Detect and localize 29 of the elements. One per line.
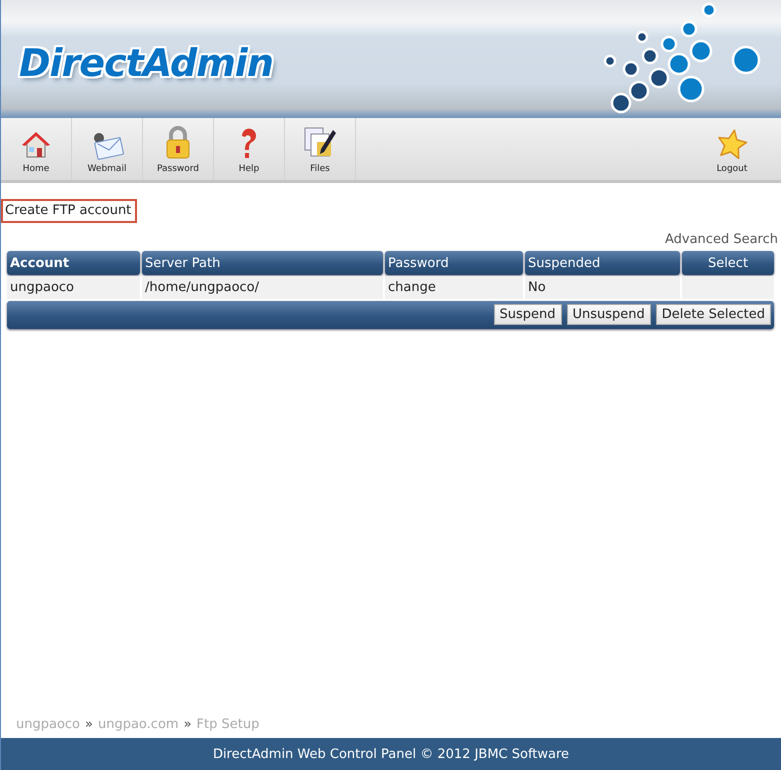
toolbar-button[interactable]: Webmail: [72, 118, 143, 180]
select-cell[interactable]: [682, 276, 774, 299]
logout-button[interactable]: Logout: [699, 118, 765, 180]
toolbar-button[interactable]: Home: [1, 118, 72, 180]
column-header[interactable]: Suspended: [525, 251, 680, 275]
advanced-search-link[interactable]: Advanced Search: [664, 232, 778, 247]
house-icon: [20, 130, 52, 160]
table-cell: No: [525, 276, 680, 299]
toolbar-button[interactable]: Help: [214, 118, 285, 180]
column-header[interactable]: Server Path: [142, 251, 383, 275]
table-cell: /home/ungpaoco/: [142, 276, 383, 299]
footer-text: DirectAdmin Web Control Panel © 2012 JBMC Software: [1, 738, 781, 770]
create-ftp-link[interactable]: Create FTP account: [1, 199, 138, 223]
breadcrumb-separator: »: [184, 717, 192, 732]
column-header[interactable]: Account: [7, 251, 140, 275]
breadcrumb-current: Ftp Setup: [196, 717, 260, 732]
action-button[interactable]: Suspend: [494, 304, 562, 325]
star-icon: [716, 128, 748, 160]
change-password-link[interactable]: change: [385, 276, 523, 299]
column-header[interactable]: Select: [682, 251, 774, 275]
action-button[interactable]: Delete Selected: [656, 304, 771, 325]
toolbar-button[interactable]: Password: [143, 118, 214, 180]
padlock-icon: [164, 126, 192, 160]
table-cell: ungpaoco: [7, 276, 140, 299]
column-header[interactable]: Password: [385, 251, 523, 275]
logo[interactable]: DirectAdmin: [19, 41, 273, 85]
toolbar-button[interactable]: Files: [285, 118, 356, 180]
breadcrumb-separator: »: [85, 717, 93, 732]
action-button[interactable]: Unsuspend: [566, 304, 651, 325]
